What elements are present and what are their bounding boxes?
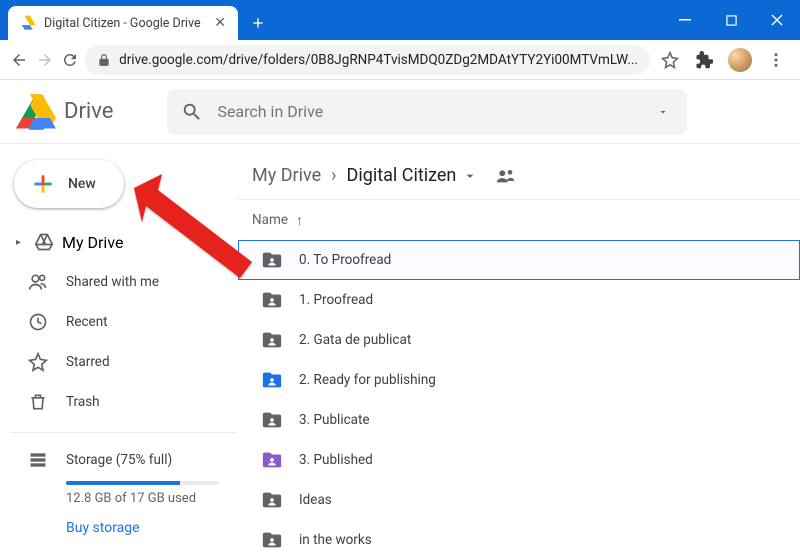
folder-name: 0. To Proofread (299, 252, 391, 268)
drive-logo[interactable]: Drive (16, 92, 113, 132)
folder-row[interactable]: Ideas (238, 480, 800, 520)
plus-icon (30, 171, 56, 197)
profile-avatar[interactable] (728, 48, 752, 72)
expand-icon[interactable]: ▸ (16, 237, 26, 248)
storage-progress (66, 481, 218, 485)
new-button-label: New (68, 176, 96, 192)
shared-folder-icon (261, 371, 283, 389)
breadcrumb: My Drive › Digital Citizen (238, 152, 800, 200)
extensions-icon[interactable] (688, 45, 720, 75)
folder-row[interactable]: 0. To Proofread (238, 240, 800, 280)
browser-tab[interactable]: Digital Citizen - Google Drive ✕ (8, 6, 238, 40)
shared-icon (28, 272, 48, 292)
sidebar-item-label: Recent (66, 314, 108, 330)
shared-folder-icon (261, 531, 283, 549)
folder-row[interactable]: in the works (238, 520, 800, 553)
window-minimize-button[interactable] (662, 0, 708, 40)
window-controls (662, 0, 800, 40)
sidebar-divider (10, 432, 236, 433)
chevron-down-icon (462, 168, 478, 184)
file-list: 0. To Proofread 1. Proofread 2. Gata de pu… (238, 240, 800, 553)
nav-forward-button[interactable] (34, 45, 56, 75)
shared-folder-icon (261, 291, 283, 309)
my-drive-icon (34, 232, 54, 252)
sidebar-item-label: Trash (66, 394, 100, 410)
shared-folder-icon (261, 491, 283, 509)
browser-tab-title: Digital Citizen - Google Drive (44, 16, 206, 31)
lock-icon (97, 53, 111, 67)
bookmark-star-icon[interactable] (654, 45, 686, 75)
folder-row[interactable]: 3. Published (238, 440, 800, 480)
sort-ascending-icon: ↑ (296, 212, 303, 229)
breadcrumb-current-label: Digital Citizen (347, 165, 457, 186)
sidebar-item-recent[interactable]: Recent (10, 302, 236, 342)
chevron-right-icon: › (331, 165, 336, 186)
new-tab-button[interactable] (244, 9, 272, 37)
sidebar-item-my-drive[interactable]: ▸ My Drive (10, 222, 236, 262)
column-header[interactable]: Name ↑ (238, 200, 800, 240)
star-icon (28, 352, 48, 372)
folder-name: 3. Published (299, 452, 373, 468)
close-tab-icon[interactable]: ✕ (214, 15, 226, 31)
sidebar-item-shared[interactable]: Shared with me (10, 262, 236, 302)
sidebar-item-trash[interactable]: Trash (10, 382, 236, 422)
chrome-menu-icon[interactable] (760, 45, 792, 75)
nav-reload-button[interactable] (59, 45, 81, 75)
folder-name: in the works (299, 532, 372, 548)
window-titlebar: Digital Citizen - Google Drive ✕ (0, 0, 800, 40)
search-icon (181, 101, 203, 123)
storage-title: Storage (75% full) (66, 452, 172, 468)
breadcrumb-root[interactable]: My Drive (252, 165, 321, 186)
drive-product-name: Drive (64, 99, 113, 124)
nav-back-button[interactable] (8, 45, 30, 75)
folder-name: Ideas (299, 492, 332, 508)
url-text: drive.google.com/drive/folders/0B8JgRNP4… (119, 52, 638, 68)
folder-row[interactable]: 2. Gata de publicat (238, 320, 800, 360)
buy-storage-link[interactable]: Buy storage (66, 520, 236, 536)
drive-header: Drive (0, 80, 800, 144)
folder-shared-icon[interactable] (494, 165, 516, 187)
storage-icon (28, 450, 48, 470)
shared-folder-icon (261, 411, 283, 429)
folder-name: 1. Proofread (299, 292, 373, 308)
folder-name: 3. Publicate (299, 412, 370, 428)
search-input[interactable] (217, 102, 639, 121)
search-options-dropdown[interactable] (653, 106, 673, 118)
sidebar-item-storage[interactable]: Storage (75% full) (10, 443, 236, 477)
trash-icon (28, 392, 48, 412)
main-panel: My Drive › Digital Citizen Name ↑ 0. To … (238, 80, 800, 553)
folder-row[interactable]: 3. Publicate (238, 400, 800, 440)
sidebar-item-starred[interactable]: Starred (10, 342, 236, 382)
folder-row[interactable]: 2. Ready for publishing (238, 360, 800, 400)
sidebar-item-label: My Drive (62, 233, 123, 252)
new-button[interactable]: New (14, 160, 124, 208)
window-maximize-button[interactable] (708, 0, 754, 40)
folder-row[interactable]: 1. Proofread (238, 280, 800, 320)
drive-favicon-icon (20, 15, 36, 31)
storage-used-text: 12.8 GB of 17 GB used (66, 491, 236, 506)
breadcrumb-current[interactable]: Digital Citizen (347, 165, 479, 186)
sidebar: New ▸ My Drive Shared with me Recent Sta… (0, 80, 238, 553)
window-close-button[interactable] (754, 0, 800, 40)
folder-name: 2. Gata de publicat (299, 332, 411, 348)
column-name-label: Name (252, 212, 288, 228)
shared-folder-icon (261, 451, 283, 469)
search-box[interactable] (167, 89, 687, 135)
shared-folder-icon (261, 251, 283, 269)
address-bar[interactable]: drive.google.com/drive/folders/0B8JgRNP4… (85, 45, 650, 75)
drive-logo-icon (16, 92, 56, 132)
shared-folder-icon (261, 331, 283, 349)
browser-toolbar: drive.google.com/drive/folders/0B8JgRNP4… (0, 40, 800, 80)
sidebar-item-label: Starred (66, 354, 110, 370)
folder-name: 2. Ready for publishing (299, 372, 436, 388)
sidebar-item-label: Shared with me (66, 274, 159, 290)
recent-icon (28, 312, 48, 332)
